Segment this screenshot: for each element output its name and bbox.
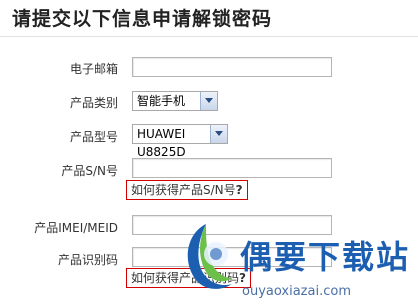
product-sn-label: 产品S/N号 xyxy=(61,164,118,178)
watermark-site-url: ouyaoxiazai.com xyxy=(242,284,351,299)
sn-help-question: ? xyxy=(235,183,243,197)
product-imei-label: 产品IMEI/MEID xyxy=(34,221,118,235)
product-id-code-label: 产品识别码 xyxy=(57,253,118,267)
product-model-label: 产品型号 xyxy=(69,130,118,144)
chevron-down-icon[interactable] xyxy=(210,125,227,143)
sn-help-link[interactable]: 如何获得产品S/N号? xyxy=(126,180,248,200)
product-model-value: HUAWEI U8825D xyxy=(137,127,186,159)
product-category-select[interactable]: 智能手机 xyxy=(132,91,218,111)
email-input[interactable] xyxy=(132,57,332,77)
title-divider xyxy=(0,36,418,37)
product-category-label: 产品类别 xyxy=(69,96,118,110)
product-sn-input[interactable] xyxy=(132,158,332,178)
product-model-select[interactable]: HUAWEI U8825D xyxy=(132,124,228,159)
sn-help-text: 如何获得产品S/N号 xyxy=(131,183,236,197)
email-label: 电子邮箱 xyxy=(69,62,118,76)
product-category-value: 智能手机 xyxy=(137,94,186,108)
watermark-logo-icon xyxy=(187,224,232,289)
chevron-down-icon[interactable] xyxy=(200,92,217,110)
watermark-site-name: 偶要下载站 xyxy=(240,238,411,276)
page-title: 请提交以下信息申请解锁密码 xyxy=(12,8,273,30)
